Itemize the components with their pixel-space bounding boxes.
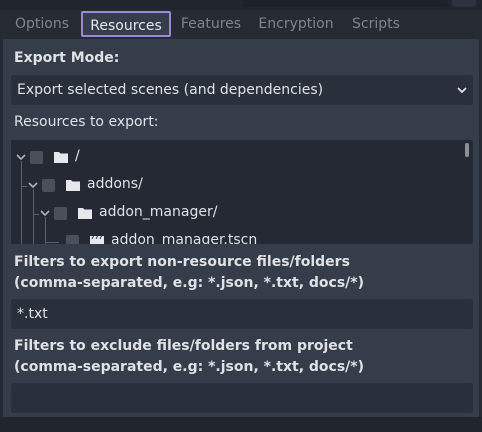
folder-icon <box>78 208 92 219</box>
tree-item-label: addons/ <box>87 176 143 192</box>
scrollbar-thumb[interactable] <box>465 143 469 157</box>
exclude-filters-label-line1: Filters to exclude files/folders from pr… <box>14 338 353 354</box>
include-filters-label-line1: Filters to export non-resource files/fol… <box>14 254 350 270</box>
tab-scripts[interactable]: Scripts <box>346 11 406 37</box>
export-mode-label: Export Mode: <box>14 50 120 66</box>
checkbox[interactable] <box>66 235 79 244</box>
tree-item-label: / <box>75 148 80 164</box>
tab-options[interactable]: Options <box>8 11 76 37</box>
exclude-filters-label-line2: (comma-separated, e.g: *.json, *.txt, do… <box>14 359 365 375</box>
checkbox[interactable] <box>42 179 55 192</box>
clapperboard-icon <box>90 236 104 244</box>
checkbox[interactable] <box>30 151 43 164</box>
tab-resources[interactable]: Resources <box>81 11 171 37</box>
tree-row-root[interactable]: / <box>11 144 461 172</box>
chevron-down-icon[interactable] <box>27 179 39 191</box>
checkbox[interactable] <box>54 207 67 220</box>
resources-panel: Export Mode: Export selected scenes (and… <box>3 39 479 417</box>
exclude-filters-input[interactable] <box>11 383 473 413</box>
tree-row-addons[interactable]: addons/ <box>11 172 461 200</box>
tree-row-addon-manager-tscn[interactable]: addon_manager.tscn <box>11 228 461 244</box>
folder-icon <box>54 152 68 163</box>
chevron-down-icon <box>457 87 467 94</box>
include-filters-input[interactable]: *.txt <box>11 299 473 329</box>
tab-encryption[interactable]: Encryption <box>253 11 339 37</box>
include-filters-label: Filters to export non-resource files/fol… <box>14 252 364 294</box>
tree-row-addon-manager[interactable]: addon_manager/ <box>11 200 461 228</box>
chevron-down-icon[interactable] <box>15 151 27 163</box>
top-button-edge <box>452 0 476 7</box>
tab-features[interactable]: Features <box>175 11 247 37</box>
tree-item-label: addon_manager.tscn <box>111 232 258 244</box>
tree-item-label: addon_manager/ <box>99 204 218 220</box>
resources-tree[interactable]: / addons/ addon_manager/ addon_manager.t… <box>11 140 473 244</box>
tab-bar: Options Resources Features Encryption Sc… <box>0 10 482 39</box>
include-filters-label-line2: (comma-separated, e.g: *.json, *.txt, do… <box>14 275 365 291</box>
resources-label: Resources to export: <box>14 114 159 130</box>
export-mode-value: Export selected scenes (and dependencies… <box>17 82 324 98</box>
exclude-filters-label: Filters to exclude files/folders from pr… <box>14 336 364 378</box>
tree-scrollbar[interactable] <box>465 143 469 239</box>
top-field-edge <box>243 0 448 7</box>
top-strip <box>0 0 482 10</box>
chevron-down-icon[interactable] <box>39 207 51 219</box>
bottom-strip <box>0 417 482 432</box>
export-mode-dropdown[interactable]: Export selected scenes (and dependencies… <box>11 75 473 105</box>
include-filters-value: *.txt <box>17 306 48 322</box>
folder-icon <box>66 180 80 191</box>
